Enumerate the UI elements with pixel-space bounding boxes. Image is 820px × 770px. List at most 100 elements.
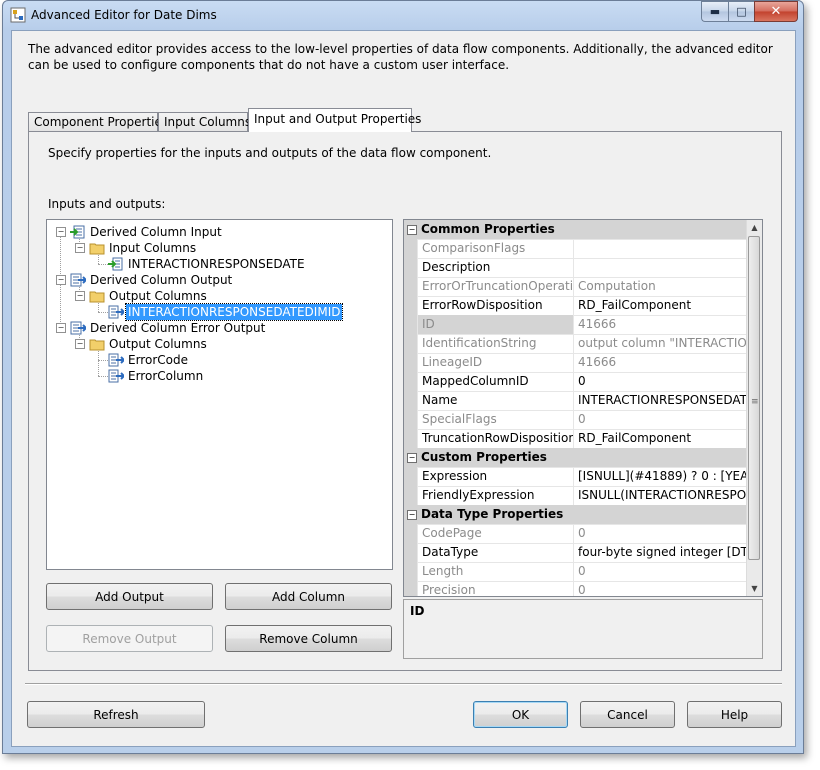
output-icon [70,321,86,335]
tab-component-properties[interactable]: Component Properties [28,112,168,132]
property-row[interactable]: ID 41666 [404,315,746,335]
property-value[interactable]: ISNULL(INTERACTIONRESPONSEDATE) [575,486,746,505]
property-row[interactable]: IdentificationString output column "INTER… [404,334,746,354]
add-column-button[interactable]: Add Column [225,583,392,610]
window-title: Advanced Editor for Date Dims [31,8,217,22]
property-value: 41666 [578,317,617,331]
collapse-icon[interactable]: − [56,275,66,285]
property-gutter [404,334,417,353]
scroll-thumb[interactable]: ≡ [748,236,760,560]
dialog-window: Advanced Editor for Date Dims ▬ □ ✕ The … [2,0,804,754]
property-row[interactable]: Description [404,258,746,278]
maximize-button[interactable]: □ [728,1,754,22]
folder-icon [89,339,105,351]
property-gutter [404,277,417,296]
collapse-icon[interactable]: − [407,510,417,520]
property-value[interactable]: INTERACTIONRESPONSEDATEDIMID [575,391,746,410]
app-icon [10,7,26,23]
property-gutter [404,410,417,429]
tab-panel: Specify properties for the inputs and ou… [28,131,782,671]
property-name: FriendlyExpression [417,486,574,505]
property-name: ID [417,315,574,334]
help-button[interactable]: Help [687,701,782,728]
property-value[interactable]: RD_FailComponent [575,429,746,448]
remove-output-button[interactable]: Remove Output [46,625,213,652]
property-category-label: Data Type Properties [421,507,564,521]
property-row[interactable]: TruncationRowDisposition RD_FailComponent [404,429,746,449]
property-name: DataType [417,543,574,562]
property-gutter [404,467,417,486]
collapse-icon[interactable]: − [56,323,66,333]
property-gutter [404,581,417,596]
help-title: ID [410,604,425,618]
property-grid-scrollbar[interactable]: ▲ ≡ ▼ [746,220,762,596]
property-row[interactable]: SpecialFlags 0 [404,410,746,430]
property-category[interactable]: − Custom Properties [404,448,746,468]
minimize-icon: ▬ [709,5,721,18]
property-grid[interactable]: − Common Properties ComparisonFlags Descrip… [403,219,763,597]
output-column-icon [108,369,124,383]
remove-column-button[interactable]: Remove Column [225,625,392,652]
refresh-button[interactable]: Refresh [27,701,205,728]
tree-item-label: INTERACTIONRESPONSEDATE [128,257,305,271]
property-name: Name [417,391,574,410]
property-row[interactable]: ComparisonFlags [404,239,746,259]
inputs-outputs-tree[interactable]: − Derived Column Input − Input Columns I… [46,219,393,570]
input-column-icon [108,257,123,271]
cancel-button[interactable]: Cancel [580,701,675,728]
tab-input-columns[interactable]: Input Columns [158,112,252,132]
scroll-down-icon[interactable]: ▼ [747,581,762,596]
add-output-button[interactable]: Add Output [46,583,213,610]
tree-item-label: Derived Column Input [90,225,222,239]
property-gutter [404,239,417,258]
tree-item-label: INTERACTIONRESPONSEDATEDIMID [124,303,344,321]
property-row[interactable]: Expression[ISNULL](#41889) ? 0 : [YEAR](… [404,467,746,487]
output-column-icon [108,305,124,319]
property-category[interactable]: − Data Type Properties [404,505,746,525]
property-value[interactable]: 0 [575,372,746,391]
tree-item-label: Output Columns [109,289,207,303]
folder-icon [89,291,105,303]
property-name: ErrorOrTruncationOperation [417,277,574,296]
property-value[interactable]: four-byte signed integer [DT_I4] [575,543,746,562]
property-value[interactable]: RD_FailComponent [575,296,746,315]
property-row[interactable]: LineageID 41666 [404,353,746,373]
title-bar[interactable]: Advanced Editor for Date Dims ▬ □ ✕ [3,1,803,29]
property-name: LineageID [417,353,574,372]
close-button[interactable]: ✕ [754,1,798,22]
property-value[interactable] [575,258,746,277]
property-row[interactable]: Length 0 [404,562,746,582]
tab-label: Input Columns [164,115,252,129]
tree-item-label: Input Columns [109,241,197,255]
collapse-icon[interactable]: − [75,291,85,301]
property-row[interactable]: DataTypefour-byte signed integer [DT_I4] [404,543,746,563]
property-gutter [404,524,417,543]
property-value[interactable]: [ISNULL](#41889) ? 0 : [YEAR](#41889) [575,467,746,486]
tab-input-output-properties[interactable]: Input and Output Properties [248,108,421,132]
collapse-icon[interactable]: − [407,453,417,463]
property-name: SpecialFlags [417,410,574,429]
minimize-button[interactable]: ▬ [701,1,728,22]
property-row[interactable]: MappedColumnID 0 [404,372,746,392]
collapse-icon[interactable]: − [407,225,417,235]
property-category[interactable]: − Common Properties [404,220,746,240]
property-gutter [404,372,417,391]
tree-item-label: Derived Column Output [90,273,233,287]
ok-button[interactable]: OK [473,701,568,728]
property-value: 0 [578,583,586,597]
separator [25,683,782,685]
property-row[interactable]: ErrorOrTruncationOperation Computation [404,277,746,297]
property-row[interactable]: ErrorRowDisposition RD_FailComponent [404,296,746,316]
property-row[interactable]: CodePage 0 [404,524,746,544]
collapse-icon[interactable]: − [75,339,85,349]
property-row[interactable]: Precision 0 [404,581,746,597]
property-name: CodePage [417,524,574,543]
collapse-icon[interactable]: − [75,243,85,253]
property-row[interactable]: NameINTERACTIONRESPONSEDATEDIMID [404,391,746,411]
tab-label: Component Properties [34,115,169,129]
property-row[interactable]: FriendlyExpression ISNULL(INTERACTIONRESP… [404,486,746,506]
property-gutter [404,391,417,410]
intro-text: The advanced editor provides access to t… [28,42,773,72]
scroll-up-icon[interactable]: ▲ [747,220,762,235]
collapse-icon[interactable]: − [56,227,66,237]
